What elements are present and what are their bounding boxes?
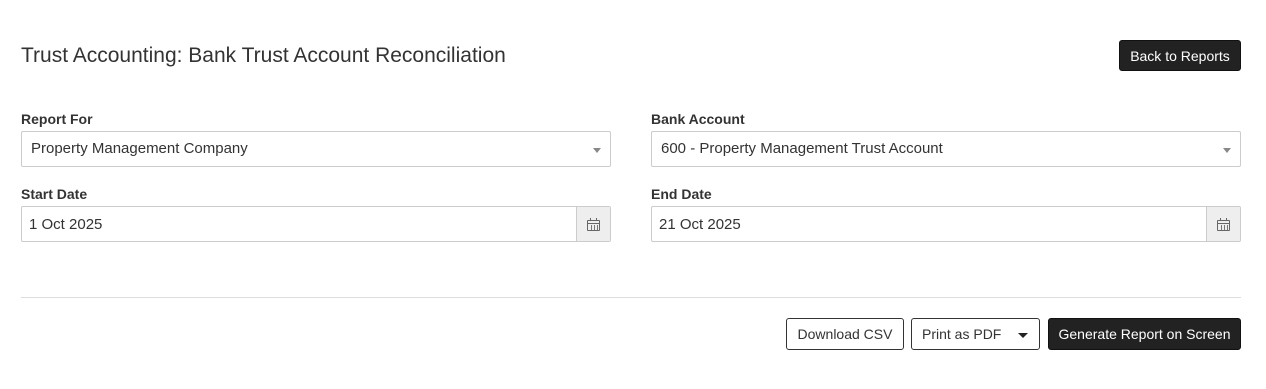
report-for-value: Property Management Company <box>31 140 248 157</box>
start-date-picker-button[interactable] <box>576 207 610 241</box>
chevron-down-icon <box>593 148 601 153</box>
back-to-reports-button[interactable]: Back to Reports <box>1119 40 1241 71</box>
bank-account-value: 600 - Property Management Trust Account <box>661 140 943 157</box>
start-date-group <box>21 206 611 242</box>
divider <box>21 297 1241 298</box>
start-date-label: Start Date <box>21 186 88 202</box>
start-date-input[interactable] <box>22 207 576 241</box>
generate-report-button[interactable]: Generate Report on Screen <box>1048 318 1241 350</box>
bank-account-select[interactable]: 600 - Property Management Trust Account <box>651 131 1241 167</box>
end-date-picker-button[interactable] <box>1206 207 1240 241</box>
end-date-group <box>651 206 1241 242</box>
caret-down-icon <box>1018 333 1028 338</box>
report-for-select[interactable]: Property Management Company <box>21 131 611 167</box>
print-pdf-label: Print as PDF <box>922 326 1002 342</box>
calendar-icon <box>587 217 600 231</box>
report-for-label: Report For <box>21 111 93 127</box>
download-csv-button[interactable]: Download CSV <box>786 318 904 350</box>
report-page: Trust Accounting: Bank Trust Account Rec… <box>0 0 1266 389</box>
print-pdf-button[interactable]: Print as PDF <box>911 318 1040 350</box>
calendar-icon <box>1217 217 1230 231</box>
end-date-label: End Date <box>651 186 712 202</box>
bank-account-label: Bank Account <box>651 111 745 127</box>
end-date-input[interactable] <box>652 207 1206 241</box>
page-title: Trust Accounting: Bank Trust Account Rec… <box>21 44 506 67</box>
chevron-down-icon <box>1223 148 1231 153</box>
